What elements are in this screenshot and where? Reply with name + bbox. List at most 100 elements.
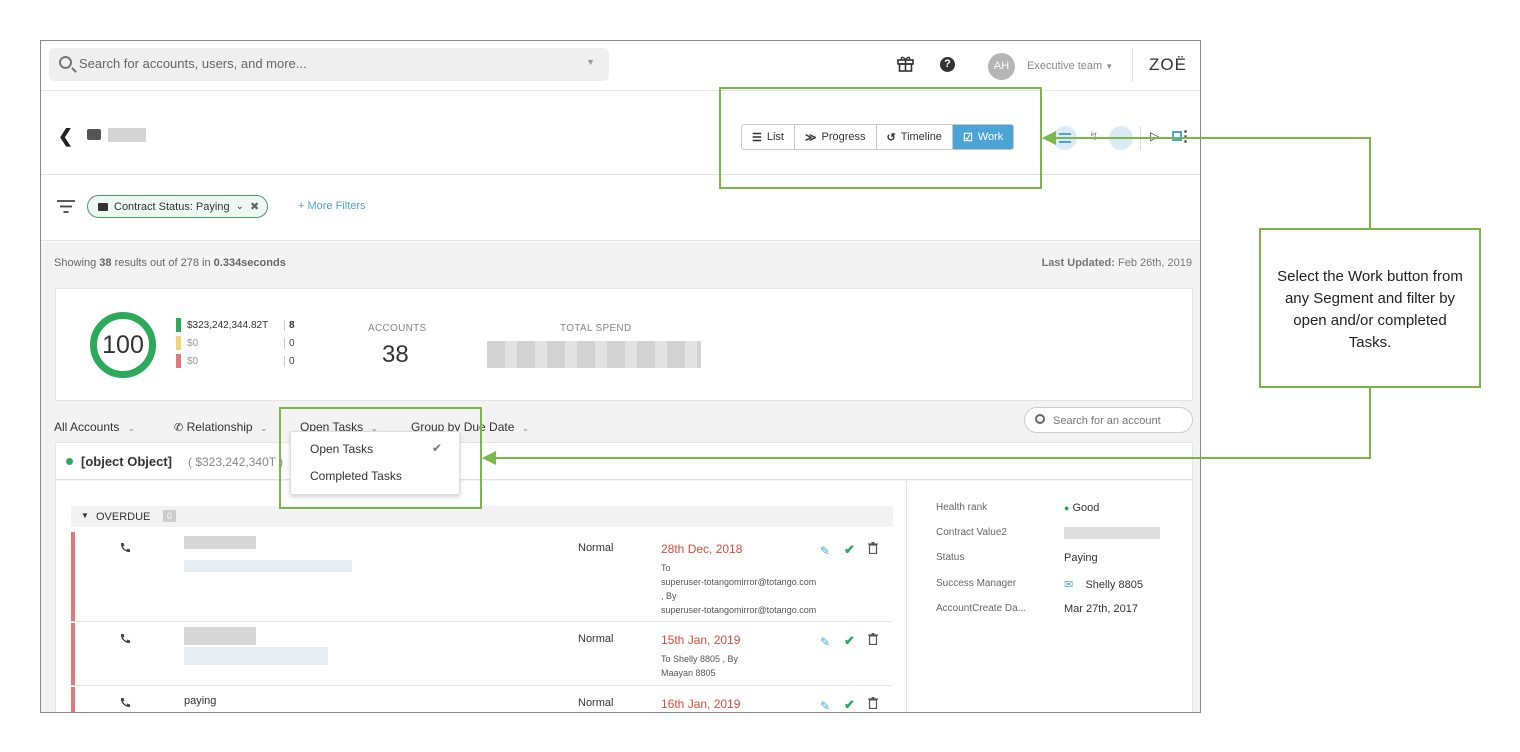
legend-row: $0 0 [176, 335, 306, 353]
edit-icon[interactable]: ✎ [820, 635, 830, 649]
task-subject-redacted [184, 627, 256, 645]
segment-row[interactable]: [object Object] ( $323,242,340T ) [55, 442, 1193, 480]
task-row[interactable]: Normal 28th Dec, 2018 To superuser-totan… [71, 532, 893, 622]
detail-value: Mar 27th, 2017 [1064, 603, 1138, 615]
team-label: Executive team [1027, 60, 1103, 72]
global-search-input[interactable]: Search for accounts, users, and more... … [49, 48, 609, 81]
chevron-down-icon: ⌄ [259, 423, 268, 433]
legend-count: 0 [284, 338, 295, 349]
health-score-ring: 100 [90, 312, 156, 378]
task-due-date: 28th Dec, 2018 [661, 542, 743, 556]
legend-count: 0 [284, 356, 295, 367]
task-meta-line: superuser-totangomirror@totango.com [661, 577, 817, 587]
all-accounts-dropdown[interactable]: All Accounts ⌄ [54, 420, 135, 434]
last-updated: Last Updated: Feb 26th, 2019 [1042, 257, 1192, 269]
results-time: 0.334seconds [213, 257, 286, 269]
trash-icon[interactable] [868, 542, 878, 554]
complete-check-icon[interactable]: ✔ [844, 633, 855, 649]
overdue-group-header[interactable]: ▼ OVERDUE 0 [71, 506, 893, 527]
task-priority: Normal [578, 697, 614, 709]
back-arrow-icon[interactable]: ❮ [58, 126, 73, 147]
relationship-dropdown[interactable]: ✆ Relationship ⌄ [174, 420, 268, 434]
complete-check-icon[interactable]: ✔ [844, 697, 855, 712]
global-search-placeholder: Search for accounts, users, and more... [79, 56, 307, 71]
team-selector[interactable]: Executive team ▼ [1027, 60, 1113, 72]
mail-icon[interactable]: ✉ [1064, 579, 1073, 591]
trash-icon[interactable] [868, 633, 878, 645]
legend-value: $0 [187, 338, 199, 349]
accounts-value: 38 [382, 341, 409, 368]
filter-icon[interactable] [57, 200, 75, 213]
arrowhead-icon [1042, 131, 1056, 145]
callout-text: Select the Work button from any Segment … [1277, 268, 1463, 351]
legend-count: 8 [284, 320, 295, 331]
connector-line [1369, 137, 1371, 229]
detail-label: Health rank [936, 502, 988, 513]
stats-card: 100 $323,242,344.82T 8 $0 0 $0 0 ACCOUNT… [55, 288, 1193, 401]
detail-label: AccountCreate Da... [936, 603, 1027, 614]
detail-value: Paying [1064, 552, 1098, 564]
edit-icon[interactable]: ✎ [820, 699, 830, 712]
status-dot [66, 458, 73, 465]
overdue-indicator [71, 532, 75, 621]
connector-line [496, 457, 1371, 459]
chevron-down-icon: ▼ [1105, 62, 1114, 71]
more-filters-link[interactable]: + More Filters [298, 200, 366, 212]
account-search-placeholder: Search for an account [1053, 415, 1161, 427]
account-search-input[interactable]: Search for an account [1024, 407, 1193, 433]
task-meta-line: To [661, 563, 671, 573]
phone-icon: ✆ [174, 422, 184, 434]
help-icon[interactable]: ? [940, 57, 955, 72]
annotation-callout: Select the Work button from any Segment … [1259, 228, 1481, 388]
overdue-indicator [71, 687, 75, 712]
play-icon[interactable]: ▷ [1150, 129, 1159, 143]
filter-chip-contract-status[interactable]: Contract Status: Paying ⌄ ✖ [87, 195, 269, 218]
chevron-down-icon[interactable]: ▼ [586, 57, 595, 67]
total-spend-label: TOTAL SPEND [560, 323, 632, 334]
phone-icon [120, 634, 130, 644]
edit-icon[interactable]: ✎ [820, 544, 830, 558]
trash-icon[interactable] [868, 697, 878, 709]
more-vertical-icon[interactable]: ⋮ [1178, 127, 1193, 145]
contract-value-redacted [1064, 527, 1160, 539]
chevron-down-icon: ⌄ [521, 423, 530, 433]
legend-row: $323,242,344.82T 8 [176, 317, 306, 335]
segment-title-redacted [108, 128, 146, 142]
avatar[interactable]: AH [988, 53, 1015, 80]
task-meta-line: To Shelly 8805 , By [661, 654, 739, 664]
detail-value: ✉ Shelly 8805 [1064, 578, 1143, 591]
chevron-down-icon[interactable]: ⌄ [236, 201, 244, 212]
overdue-label: OVERDUE [96, 511, 151, 523]
health-score: 100 [102, 331, 144, 359]
task-priority: Normal [578, 633, 614, 645]
bolt-icon[interactable]: ↯ [1089, 129, 1099, 143]
filter-chip-label: Contract Status: Paying [114, 200, 230, 213]
segment-name: [object Object] [81, 454, 173, 469]
close-icon[interactable]: ✖ [250, 200, 259, 213]
task-row[interactable]: paying Normal 16th Jan, 2019 ✎ ✔ [71, 687, 893, 712]
accounts-label: ACCOUNTS [368, 323, 427, 334]
legend-value: $323,242,344.82T [187, 320, 269, 331]
task-priority: Normal [578, 542, 614, 554]
total-spend-redacted [487, 341, 701, 368]
gift-icon[interactable] [897, 55, 914, 72]
main-content: Showing 38 results out of 278 in 0.334se… [41, 242, 1200, 712]
search-icon [1035, 414, 1045, 424]
task-meta: To Shelly 8805 , By Maayan 8805 [661, 652, 738, 680]
task-row[interactable]: Normal 15th Jan, 2019 To Shelly 8805 , B… [71, 623, 893, 686]
last-updated-label: Last Updated: [1041, 257, 1115, 269]
chevron-down-icon: ⌄ [127, 423, 136, 433]
all-accounts-label: All Accounts [54, 420, 120, 434]
task-meta-line: , By [661, 591, 677, 601]
health-rank-value: Good [1072, 502, 1100, 514]
health-legend: $323,242,344.82T 8 $0 0 $0 0 [176, 317, 306, 371]
complete-check-icon[interactable]: ✔ [844, 542, 855, 558]
divider [1132, 49, 1133, 82]
task-subject: paying [184, 695, 217, 707]
task-meta: To superuser-totangomirror@totango.com ,… [661, 561, 816, 617]
results-mid: results out of 278 in [114, 257, 211, 269]
task-account-redacted [184, 560, 352, 572]
task-meta-line: superuser-totangomirror@totango.com [661, 605, 817, 615]
caret-down-icon: ▼ [81, 511, 89, 520]
relationship-label: Relationship [186, 420, 253, 434]
